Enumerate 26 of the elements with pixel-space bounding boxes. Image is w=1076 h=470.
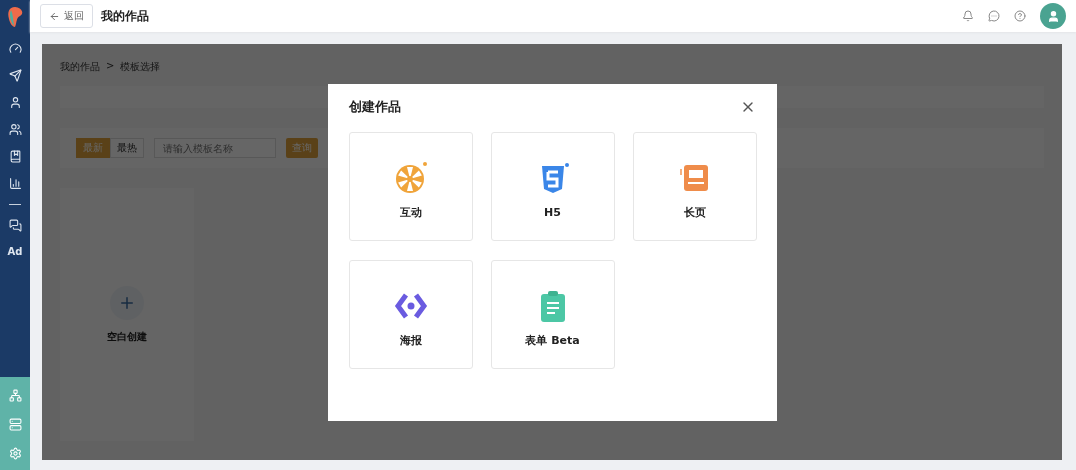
back-arrow-icon bbox=[49, 10, 60, 22]
back-button[interactable]: 返回 bbox=[40, 4, 93, 28]
wheel-icon bbox=[393, 160, 428, 195]
send-icon[interactable] bbox=[8, 69, 22, 82]
bookmark-icon[interactable] bbox=[8, 150, 22, 163]
template-type-card[interactable]: 表单 Beta bbox=[490, 259, 615, 369]
notification-icon[interactable] bbox=[962, 10, 974, 22]
page-title: 我的作品 bbox=[101, 7, 150, 25]
user-icon[interactable] bbox=[8, 96, 22, 109]
card-label: 空白创建 bbox=[107, 329, 147, 344]
dashboard-icon[interactable] bbox=[8, 42, 22, 55]
message-icon[interactable] bbox=[988, 10, 1000, 22]
template-type-card[interactable]: 海报 bbox=[348, 259, 473, 369]
template-type-card[interactable]: 长页 bbox=[632, 131, 757, 241]
help-icon[interactable] bbox=[1014, 10, 1026, 22]
chat-icon[interactable] bbox=[8, 219, 22, 232]
logo-icon bbox=[6, 6, 24, 28]
template-type-card[interactable]: H5 bbox=[490, 131, 615, 241]
users-icon[interactable] bbox=[8, 123, 22, 136]
dialog-title: 创建作品 bbox=[348, 97, 401, 116]
avatar[interactable] bbox=[1040, 3, 1066, 29]
breadcrumb-separator: > bbox=[106, 60, 115, 73]
template-type-card[interactable]: 互动 bbox=[348, 131, 473, 241]
ad-link[interactable]: Ad bbox=[7, 246, 23, 257]
plus-icon bbox=[110, 285, 144, 320]
bar-chart-icon[interactable] bbox=[8, 177, 22, 190]
